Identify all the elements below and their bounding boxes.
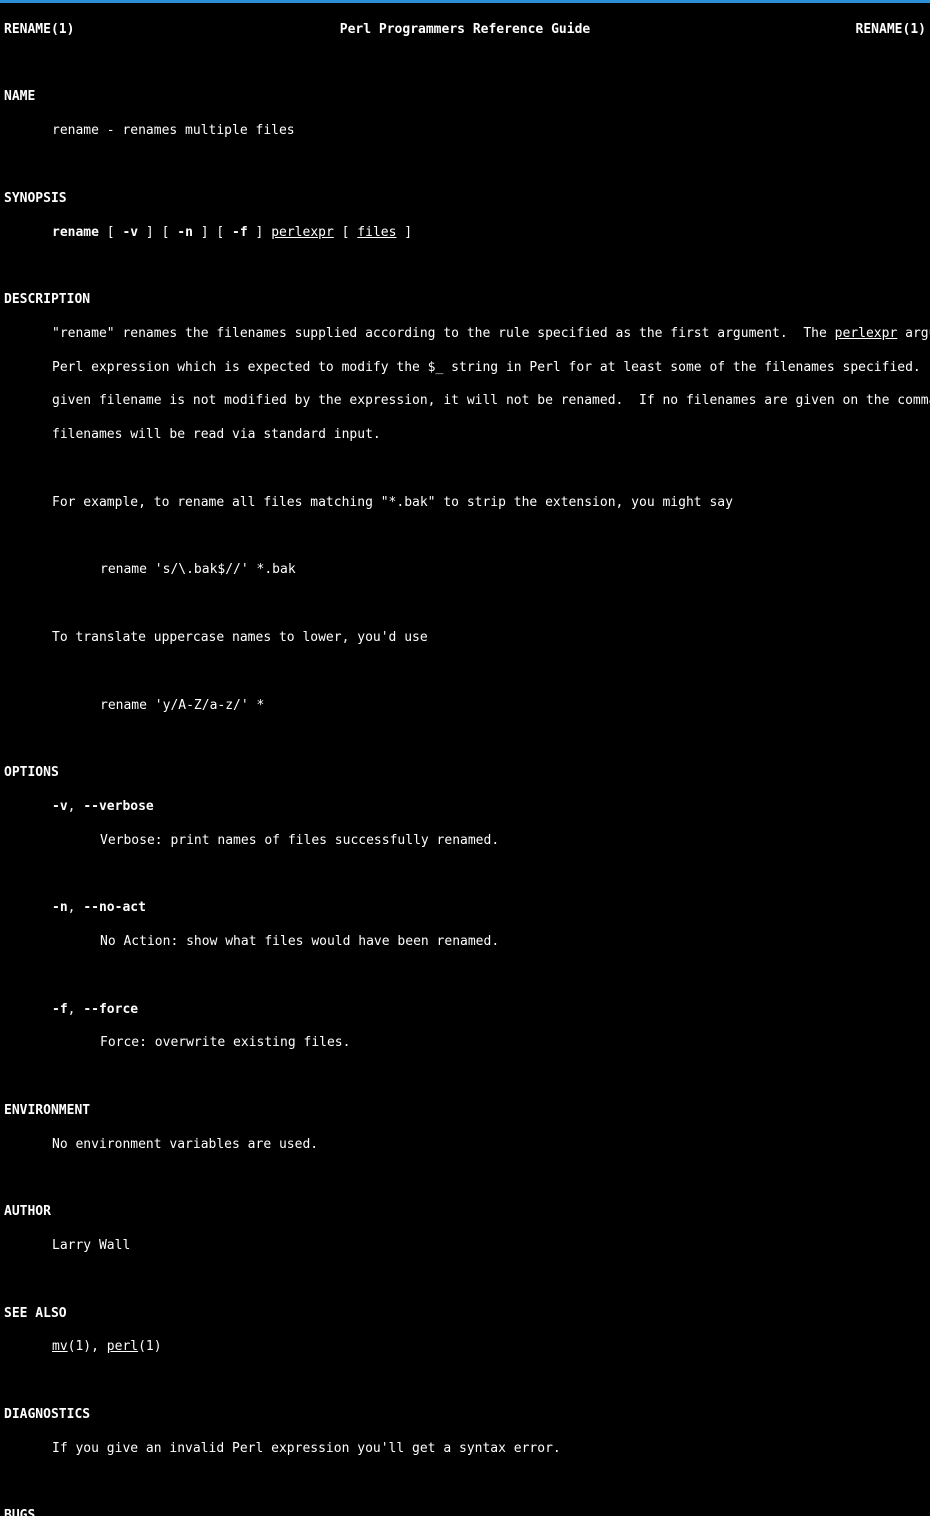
option-f-desc: Force: overwrite existing files. [4,1035,926,1052]
description-p3: To translate uppercase names to lower, y… [4,630,926,647]
seealso-line: mv(1), perl(1) [4,1339,926,1356]
description-p1-line1: "rename" renames the filenames supplied … [4,326,926,343]
synopsis-perlexpr: perlexpr [271,225,334,240]
seealso-mv-link: mv [52,1339,68,1354]
synopsis-opt-n: -n [177,225,193,240]
section-author-title: AUTHOR [4,1204,926,1221]
perlexpr-link: perlexpr [835,326,898,341]
option-n-flags: -n, --no-act [4,900,926,917]
synopsis-opt-f: -f [232,225,248,240]
author-text: Larry Wall [4,1238,926,1255]
diagnostics-text: If you give an invalid Perl expression y… [4,1441,926,1458]
section-name-title: NAME [4,89,926,106]
section-options-title: OPTIONS [4,765,926,782]
synopsis-opt-v: -v [122,225,138,240]
description-p1-line2: Perl expression which is expected to mod… [4,360,926,377]
header-left: RENAME(1) [4,22,74,39]
section-diagnostics-title: DIAGNOSTICS [4,1407,926,1424]
section-seealso-title: SEE ALSO [4,1306,926,1323]
manpage-viewer[interactable]: RENAME(1) Perl Programmers Reference Guid… [0,3,930,1516]
description-p1-line3: given filename is not modified by the ex… [4,393,926,410]
option-v-flags: -v, --verbose [4,799,926,816]
seealso-perl-link: perl [107,1339,138,1354]
section-description-title: DESCRIPTION [4,292,926,309]
description-p2: For example, to rename all files matchin… [4,495,926,512]
section-bugs-title: BUGS [4,1508,926,1516]
section-name-body: rename - renames multiple files [4,123,926,140]
option-n-desc: No Action: show what files would have be… [4,934,926,951]
option-f-flags: -f, --force [4,1002,926,1019]
section-environment-title: ENVIRONMENT [4,1103,926,1120]
header-right: RENAME(1) [856,22,926,39]
environment-text: No environment variables are used. [4,1137,926,1154]
header-center: Perl Programmers Reference Guide [340,22,590,39]
section-synopsis-title: SYNOPSIS [4,191,926,208]
option-v-desc: Verbose: print names of files successful… [4,833,926,850]
synopsis-cmd: rename [52,225,99,240]
synopsis-files: files [357,225,396,240]
description-p1-line4: filenames will be read via standard inpu… [4,427,926,444]
manpage-header: RENAME(1) Perl Programmers Reference Guid… [4,22,926,39]
synopsis-line: rename [ -v ] [ -n ] [ -f ] perlexpr [ f… [4,225,926,242]
description-code1: rename 's/\.bak$//' *.bak [4,562,926,579]
description-code2: rename 'y/A-Z/a-z/' * [4,698,926,715]
